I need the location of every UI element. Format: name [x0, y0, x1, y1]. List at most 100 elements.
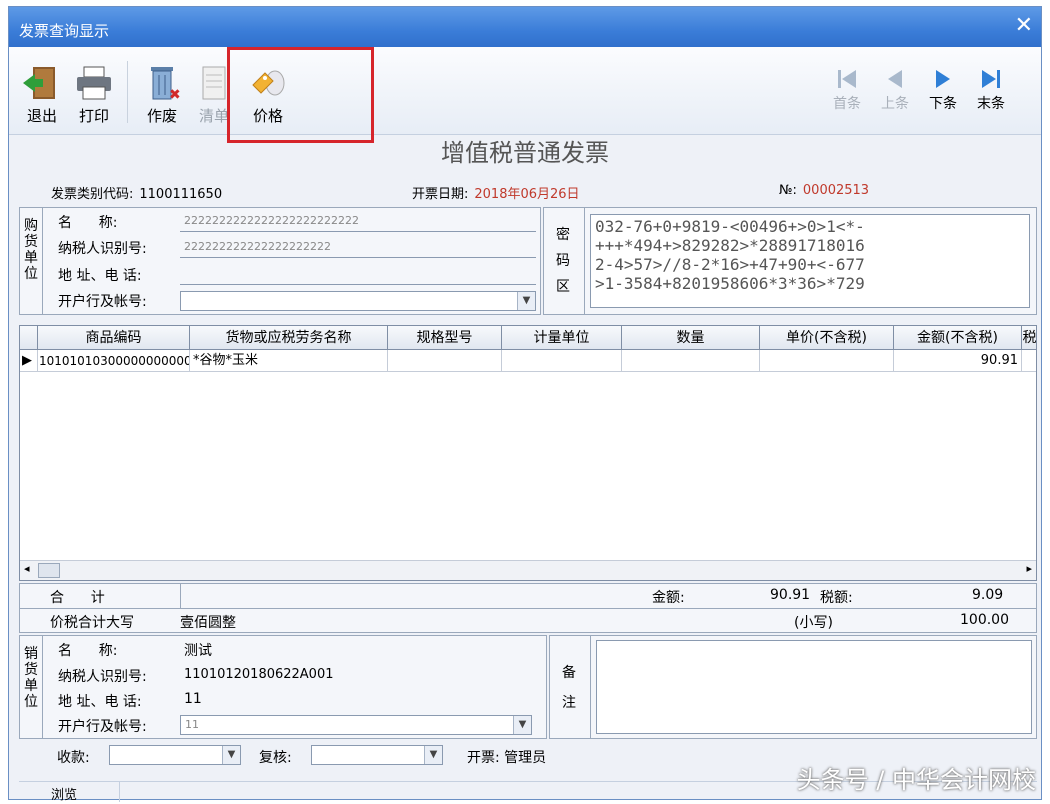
issuer-value: 管理员: [504, 750, 547, 766]
seller-name-label: 名 称:: [58, 643, 118, 659]
invoice-type-code: 发票类别代码: 1100111650: [51, 183, 222, 202]
buyer-side-label: 购货单位: [24, 218, 38, 282]
seller-section: 销货单位 名 称: 测试 纳税人识别号: 11010120180622A001 …: [19, 635, 547, 739]
price-button-highlight: [227, 47, 374, 143]
invoice-no-label: №:: [779, 183, 797, 198]
column-header[interactable]: 计量单位: [502, 326, 622, 350]
buyer-name-field[interactable]: 2222222222222222222222222: [180, 212, 536, 232]
cell-name[interactable]: *谷物*玉米: [190, 350, 388, 372]
column-header[interactable]: 单价(不含税): [760, 326, 894, 350]
amount-total: 90.91: [770, 587, 811, 603]
first-record-button[interactable]: 首条: [824, 67, 870, 113]
tax-total: 9.09: [972, 587, 1004, 603]
seller-bank-label: 开户行及帐号:: [58, 719, 147, 735]
column-header[interactable]: 金额(不含税): [894, 326, 1022, 350]
toolbar: 退出 打印 ✖ 作废 清单 价格 首条 上条 下条 末条: [9, 47, 1041, 135]
title-bar: 发票查询显示 ✕: [9, 7, 1041, 47]
chevron-down-icon[interactable]: ▼: [513, 716, 531, 734]
buyer-tax-field[interactable]: 222222222222222222222: [180, 238, 536, 258]
buyer-bank-select[interactable]: [180, 291, 536, 311]
buyer-addr-field[interactable]: [180, 265, 536, 285]
column-header[interactable]: 税: [1022, 326, 1037, 350]
sum-label: 合 计: [50, 590, 105, 606]
cipher-line: 2-4>57>//8-2*16>+47+90+<-677: [595, 255, 865, 274]
scroll-left-icon[interactable]: ◂: [24, 562, 30, 575]
toolbar-separator: [127, 61, 128, 123]
remark-label: 备注: [562, 665, 576, 711]
chevron-down-icon[interactable]: ▼: [424, 746, 442, 764]
status-text: 浏览: [51, 788, 78, 803]
print-button[interactable]: 打印: [69, 57, 119, 129]
cell-price[interactable]: [760, 350, 894, 372]
last-record-button[interactable]: 末条: [968, 67, 1014, 113]
column-header[interactable]: 数量: [622, 326, 760, 350]
invoice-date: 开票日期: 2018年06月26日: [412, 183, 580, 202]
payee-label: 收款:: [57, 750, 90, 766]
cell-tax[interactable]: [1022, 350, 1036, 372]
print-label: 打印: [78, 107, 109, 125]
void-button[interactable]: ✖ 作废: [137, 57, 187, 129]
type-code-label: 发票类别代码:: [51, 187, 134, 202]
next-record-button[interactable]: 下条: [920, 67, 966, 113]
amount-label: 金额:: [652, 590, 685, 606]
table-row[interactable]: ▶ 101010103000000000000 *谷物*玉米 90.91: [20, 350, 1036, 372]
cell-amount[interactable]: 90.91: [894, 350, 1022, 372]
tax-total-label: 税额:: [820, 590, 853, 606]
cell-unit[interactable]: [502, 350, 622, 372]
horizontal-scrollbar[interactable]: ◂ ▸: [20, 560, 1036, 580]
invoice-no-value: 00002513: [802, 183, 870, 198]
small-value: 100.00: [960, 612, 1009, 628]
column-header[interactable]: 规格型号: [388, 326, 502, 350]
capital-value: 壹佰圆整: [180, 615, 236, 631]
issuer-label: 开票:: [467, 750, 500, 766]
seller-side-label: 销货单位: [24, 646, 38, 710]
invoice-query-window: 发票查询显示 ✕ 退出 打印 ✖ 作废 清单 价格 首条 上条 下条 末条 增值…: [8, 6, 1042, 803]
window-title: 发票查询显示: [19, 22, 110, 40]
exit-button[interactable]: 退出: [17, 57, 67, 129]
column-header[interactable]: 货物或应税劳务名称: [190, 326, 388, 350]
column-header[interactable]: 商品编码: [38, 326, 190, 350]
prev-record-button[interactable]: 上条: [872, 67, 918, 113]
chevron-down-icon[interactable]: ▼: [222, 746, 240, 764]
grid-header: 商品编码 货物或应税劳务名称 规格型号 计量单位 数量 单价(不含税) 金额(不…: [20, 326, 1036, 350]
invoice-title: 增值税普通发票: [441, 139, 609, 167]
seller-tax-label: 纳税人识别号:: [58, 669, 147, 685]
scroll-right-icon[interactable]: ▸: [1026, 562, 1032, 575]
cipher-side-label: 密码区: [556, 227, 570, 295]
prev-label: 上条: [881, 96, 909, 112]
buyer-tax-label: 纳税人识别号:: [58, 241, 147, 257]
seller-bank-select[interactable]: 11: [180, 715, 532, 735]
cipher-line: +++*494+>829282>*28891718016: [595, 236, 865, 255]
close-icon[interactable]: ✕: [1015, 13, 1033, 38]
capital-label: 价税合计大写: [50, 615, 134, 631]
prev-icon: [888, 70, 902, 88]
cipher-text: 032-76+0+9819-<00496+>0>1<*- +++*494+>829…: [590, 214, 1030, 308]
chevron-down-icon[interactable]: ▼: [517, 292, 535, 310]
seller-name-value: 测试: [184, 643, 212, 659]
invoice-number: №: 00002513: [779, 183, 869, 198]
remark-field[interactable]: [596, 640, 1032, 734]
issuer: 开票: 管理员: [467, 747, 546, 767]
small-label: (小写): [794, 615, 833, 631]
scroll-thumb[interactable]: [38, 563, 60, 578]
first-label: 首条: [833, 96, 861, 112]
seller-addr-value: 11: [184, 691, 202, 707]
totals-section: 合 计 金额: 90.91 税额: 9.09 价税合计大写 壹佰圆整 (小写) …: [19, 583, 1037, 633]
cipher-section: 密码区 032-76+0+9819-<00496+>0>1<*- +++*494+…: [543, 207, 1037, 315]
row-indicator-header: [20, 326, 38, 350]
buyer-section: 购货单位 名 称: 2222222222222222222222222 纳税人识…: [19, 207, 541, 315]
seller-addr-label: 地 址、电 话:: [58, 694, 142, 710]
review-label: 复核:: [259, 750, 292, 766]
exit-door-icon: [23, 67, 55, 99]
cipher-line: >1-3584+8201958606*3*36>*729: [595, 274, 865, 293]
date-label: 开票日期:: [412, 187, 469, 202]
next-icon: [936, 70, 950, 88]
cell-qty[interactable]: [622, 350, 760, 372]
cell-code[interactable]: 101010103000000000000: [38, 350, 190, 372]
printer-icon: [77, 66, 111, 100]
exit-label: 退出: [26, 107, 57, 125]
items-grid[interactable]: 商品编码 货物或应税劳务名称 规格型号 计量单位 数量 单价(不含税) 金额(不…: [19, 325, 1037, 581]
cell-spec[interactable]: [388, 350, 502, 372]
seller-tax-value: 11010120180622A001: [184, 667, 334, 682]
row-pointer-icon: ▶: [20, 350, 38, 372]
